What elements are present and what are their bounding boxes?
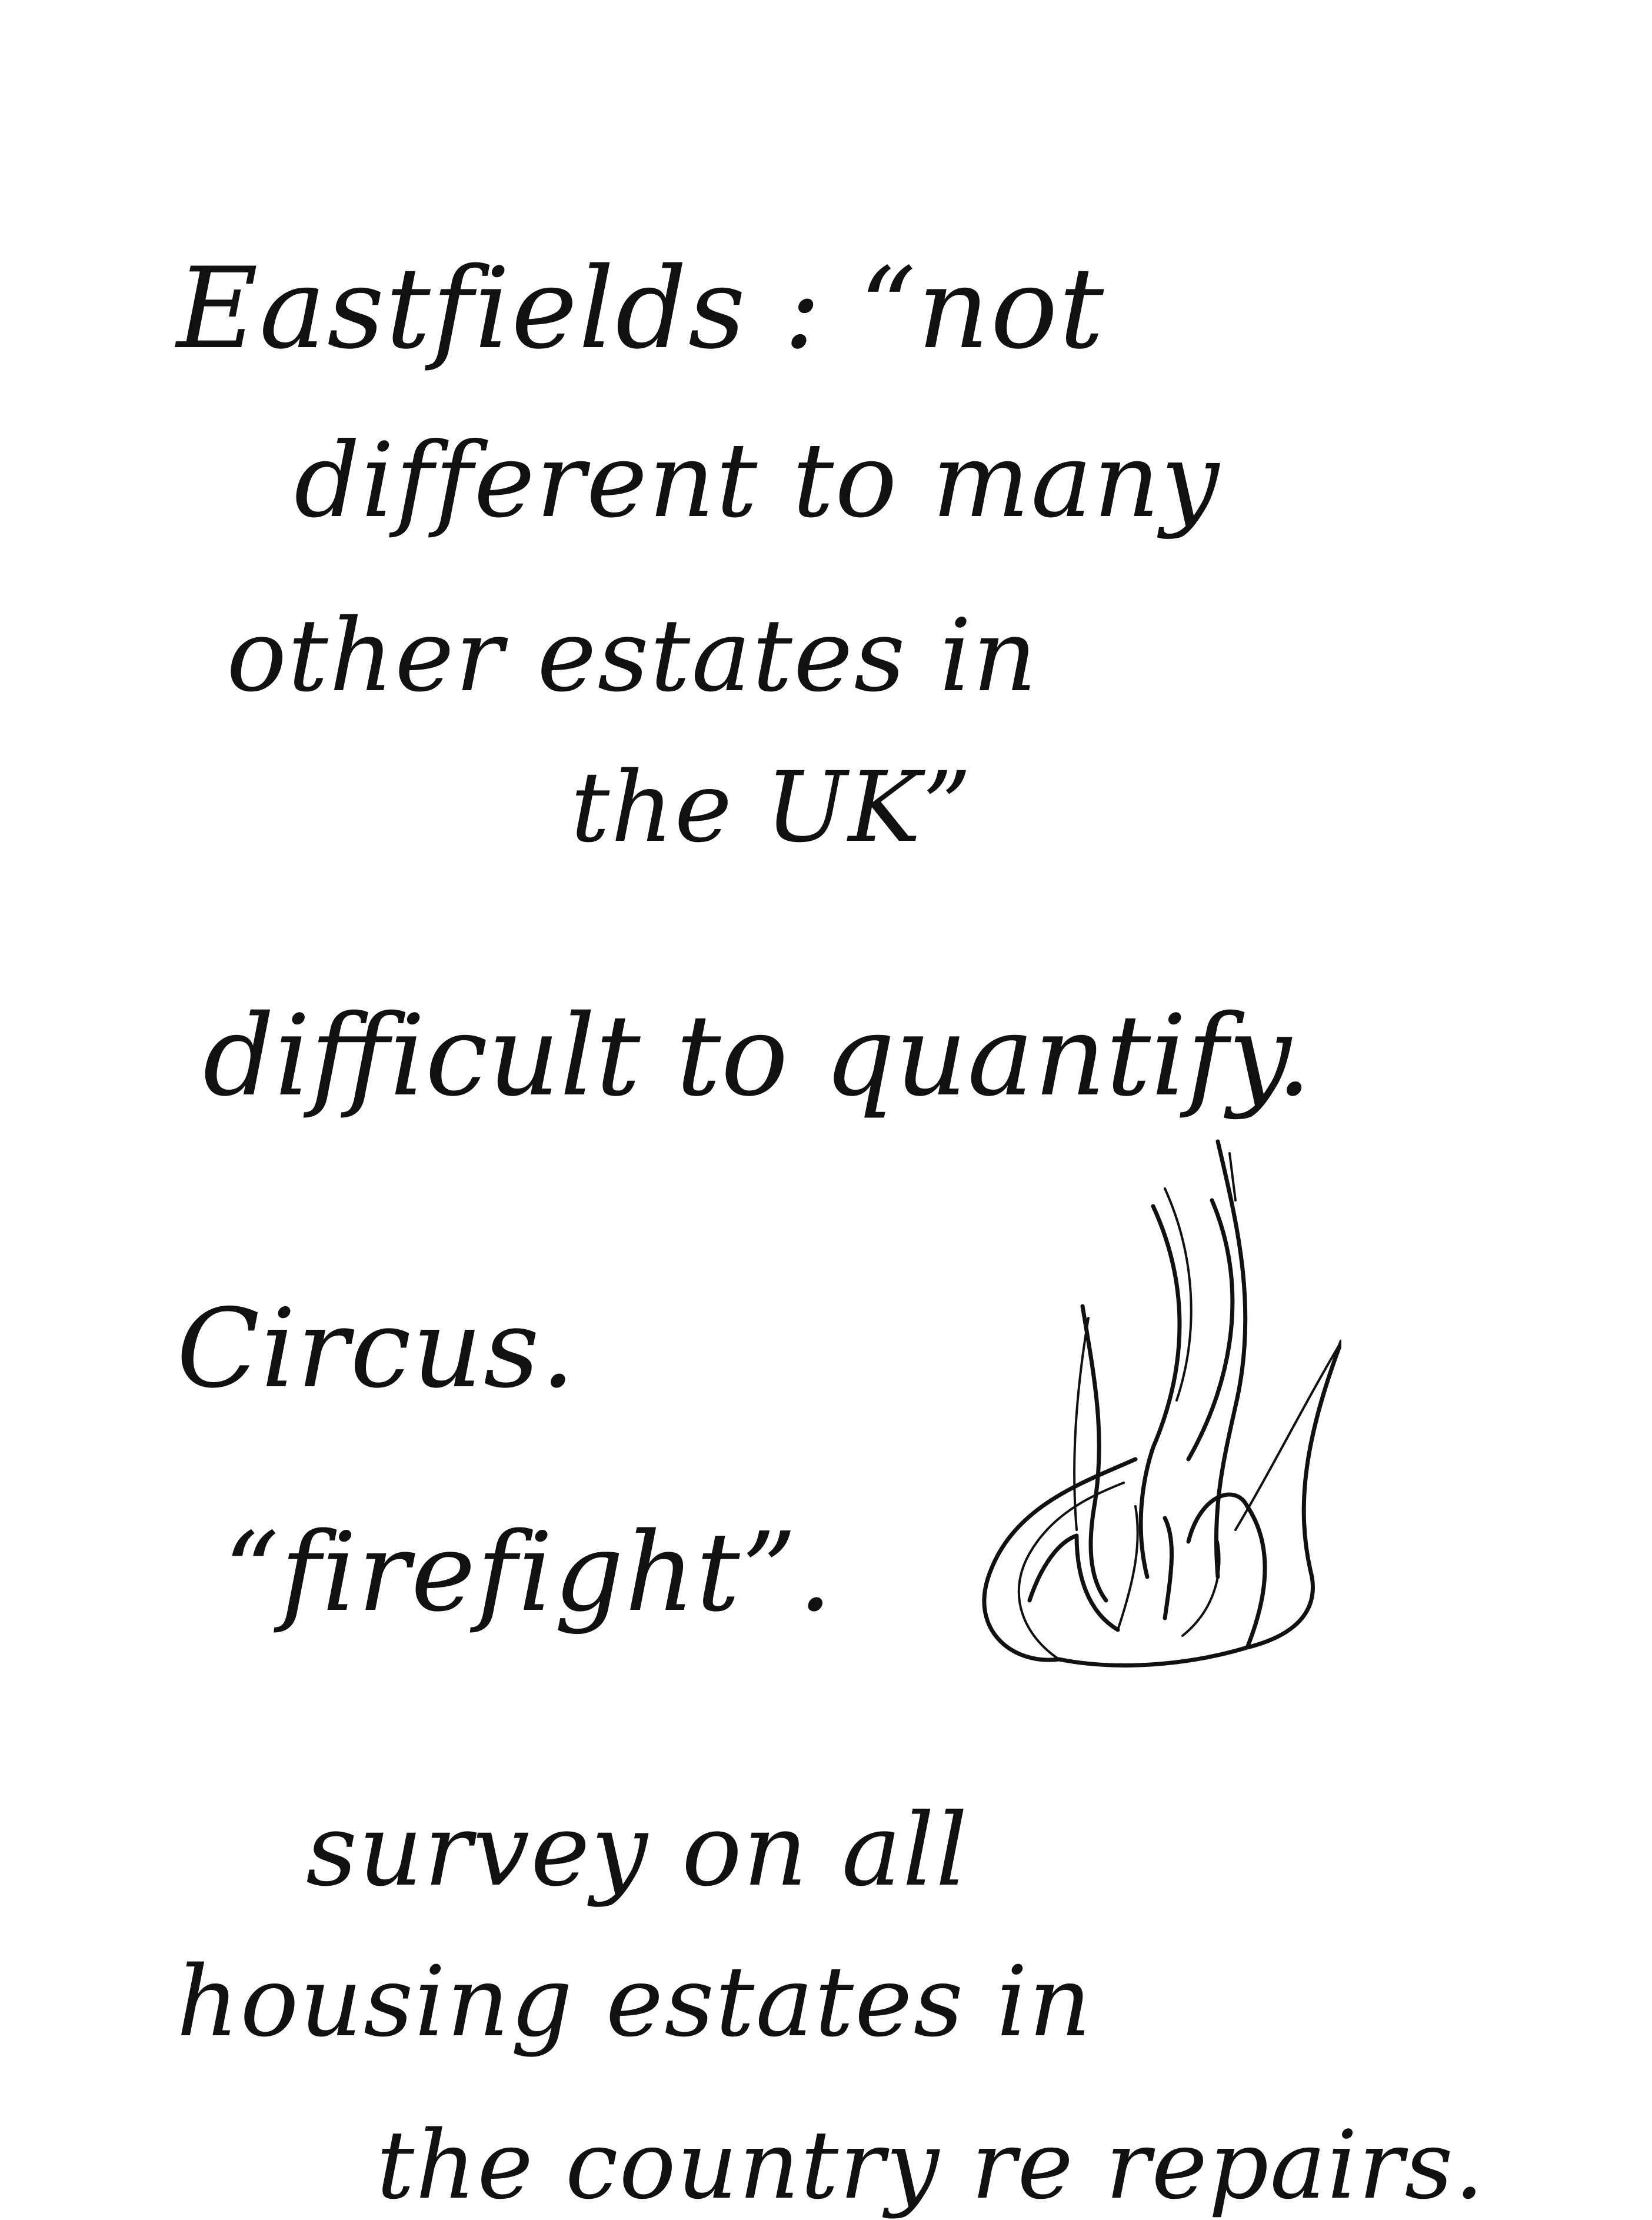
- note-line-firefight: “firefight”.: [224, 1509, 834, 1636]
- note-line-eastfields: Eastfields : “not: [176, 244, 1105, 374]
- note-line-housing-estates: housing estates in: [176, 1945, 1093, 2058]
- note-line-other-estates: other estates in: [227, 598, 1038, 714]
- note-line-country-repairs: the country re repairs.: [377, 2110, 1486, 2220]
- note-line-different: different to many: [294, 421, 1221, 541]
- flame-sketch-icon: [982, 1139, 1341, 1668]
- handwritten-note-page: Eastfields : “not different to many othe…: [0, 0, 1652, 2212]
- note-line-the-uk: the UK”: [571, 751, 973, 864]
- note-line-circus: Circus.: [176, 1285, 577, 1412]
- note-line-difficult: difficult to quantify.: [203, 991, 1312, 1121]
- note-line-survey: survey on all: [306, 1792, 969, 1909]
